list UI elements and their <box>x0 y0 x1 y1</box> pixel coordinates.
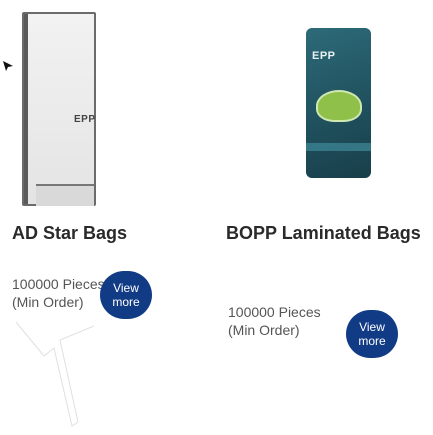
arrow-pointer-icon <box>3 61 13 71</box>
view-more-button[interactable]: View more <box>346 310 398 358</box>
bag-illustration: EPP <box>306 28 371 178</box>
bag-emblem <box>316 90 362 122</box>
cursor-overlay-shape <box>11 319 99 432</box>
product-title[interactable]: BOPP Laminated Bags <box>226 222 426 245</box>
bag-fold <box>36 184 94 206</box>
view-more-button[interactable]: View more <box>100 271 152 319</box>
bag-stripe <box>24 14 28 204</box>
product-title[interactable]: AD Star Bags <box>12 222 212 245</box>
bag-logo-text: EPP <box>312 50 336 62</box>
bag-stripe <box>306 143 371 151</box>
bag-logo-text: EPP <box>74 114 96 125</box>
bag-illustration: EPP <box>22 12 96 206</box>
product-image-bopp-laminated-bags[interactable]: EPP <box>218 0 433 218</box>
min-order-quantity: 100000 Pieces (Min Order) <box>228 304 321 338</box>
product-image-ad-star-bags[interactable]: EPP <box>0 0 215 218</box>
